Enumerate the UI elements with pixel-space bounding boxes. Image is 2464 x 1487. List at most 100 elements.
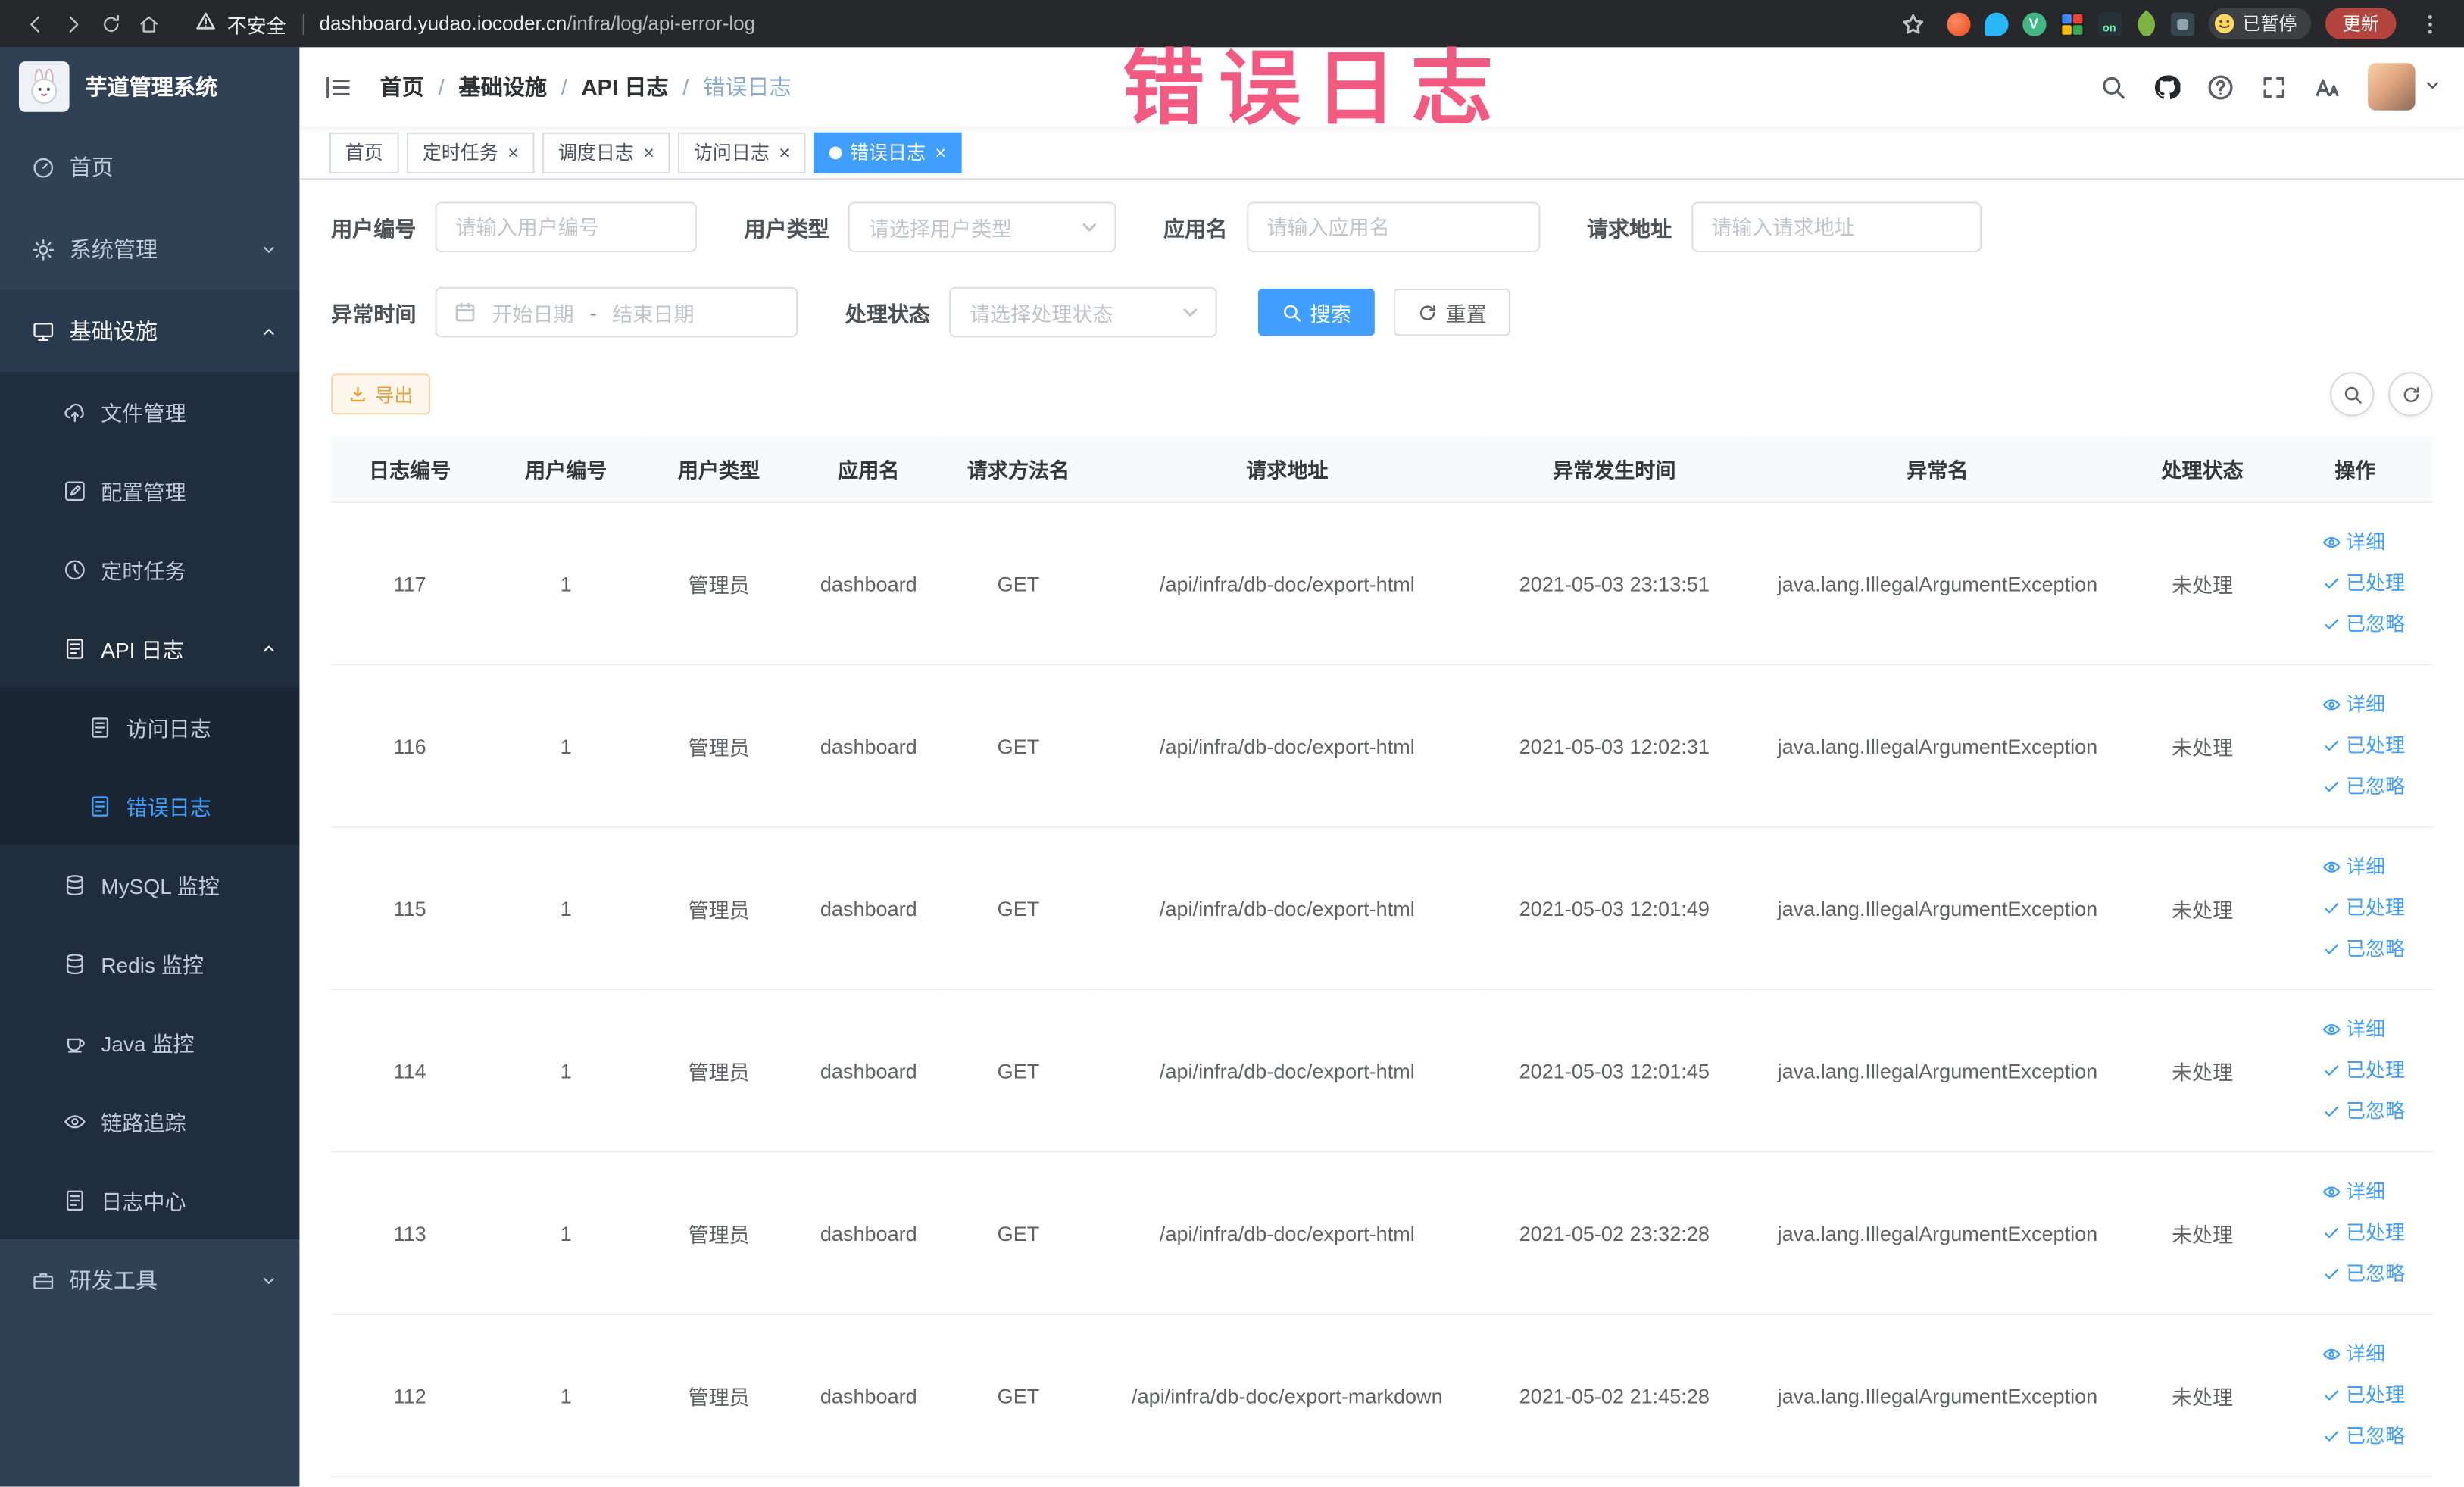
mark-processed-link[interactable]: 已处理 <box>2322 888 2405 929</box>
search-button[interactable]: 搜索 <box>1257 288 1375 336</box>
extension-icon-orange[interactable] <box>1946 11 1970 36</box>
hide-search-button[interactable] <box>2330 372 2375 417</box>
sidebar-item-system[interactable]: 系统管理 <box>0 208 299 290</box>
eye-icon <box>2322 1020 2341 1039</box>
sidebar-item-dev-tool[interactable]: 研发工具 <box>0 1239 299 1321</box>
mark-processed-link[interactable]: 已处理 <box>2322 1213 2405 1254</box>
sidebar-item-error-log[interactable]: 错误日志 <box>0 766 300 845</box>
export-button[interactable]: 导出 <box>331 373 431 415</box>
sidebar-item-redis[interactable]: Redis 监控 <box>0 923 300 1003</box>
mark-processed-link[interactable]: 已处理 <box>2322 725 2405 766</box>
sidebar-item-trace[interactable]: 链路追踪 <box>0 1081 300 1161</box>
mark-ignored-link[interactable]: 已忽略 <box>2322 767 2405 808</box>
github-icon[interactable] <box>2153 73 2181 100</box>
sidebar-item-label: Redis 监控 <box>101 954 205 978</box>
smiley-face-icon <box>2213 14 2234 33</box>
extension-icon-drop[interactable] <box>1984 11 2008 36</box>
tab-close-icon[interactable]: × <box>507 141 519 163</box>
mark-processed-link[interactable]: 已处理 <box>2322 563 2405 604</box>
extension-icon-leaf[interactable] <box>2131 9 2160 39</box>
tab-job-log[interactable]: 调度日志 × <box>542 131 670 173</box>
sidebar-item-config[interactable]: 配置管理 <box>0 451 300 530</box>
user-id-input[interactable] <box>435 201 697 253</box>
sidebar-item-mysql[interactable]: MySQL 监控 <box>0 845 300 924</box>
mark-ignored-link[interactable]: 已忽略 <box>2322 1091 2405 1132</box>
browser-back-icon[interactable] <box>16 5 54 42</box>
mark-ignored-link[interactable]: 已忽略 <box>2322 604 2405 645</box>
breadcrumb-item[interactable]: 首页 <box>380 71 424 103</box>
search-button-label: 搜索 <box>1310 301 1351 326</box>
detail-link[interactable]: 详细 <box>2322 684 2385 725</box>
extension-icon-switch[interactable]: on <box>2097 11 2122 36</box>
sidebar-item-file[interactable]: 文件管理 <box>0 372 300 451</box>
browser-forward-icon[interactable] <box>54 5 92 42</box>
help-icon[interactable] <box>2207 73 2234 100</box>
sidebar-item-api-log[interactable]: API 日志 <box>0 608 300 688</box>
search-icon[interactable] <box>2100 73 2126 100</box>
user-avatar-menu[interactable] <box>2368 63 2441 111</box>
table-header-row: 日志编号 用户编号 用户类型 应用名 请求方法名 请求地址 异常发生时间 异常名 处理状态 操作 <box>331 436 2433 503</box>
mark-ignored-link[interactable]: 已忽略 <box>2322 929 2405 970</box>
refresh-button[interactable] <box>2388 372 2433 417</box>
table-toolbar: 导出 <box>331 372 2433 417</box>
extensions-puzzle-icon[interactable] <box>2169 11 2194 36</box>
mark-processed-link[interactable]: 已处理 <box>2322 1375 2405 1416</box>
reset-button[interactable]: 重置 <box>1393 288 1510 336</box>
mark-processed-link[interactable]: 已处理 <box>2322 1050 2405 1091</box>
cell-user_type: 管理员 <box>643 989 795 1153</box>
tab-error-log[interactable]: 错误日志 × <box>814 131 962 173</box>
mark-ignored-link[interactable]: 已忽略 <box>2322 1254 2405 1295</box>
tab-job[interactable]: 定时任务 × <box>407 131 535 173</box>
detail-link[interactable]: 详细 <box>2322 1009 2385 1050</box>
cell-id: 113 <box>331 1151 489 1315</box>
process-status-select[interactable]: 请选择处理状态 <box>948 286 1217 338</box>
app-name-input[interactable] <box>1246 201 1540 253</box>
tab-access-log[interactable]: 访问日志 × <box>678 131 806 173</box>
bookmark-star-icon[interactable] <box>1894 5 1932 42</box>
sidebar-item-access-log[interactable]: 访问日志 <box>0 687 300 767</box>
user-type-select[interactable]: 请选择用户类型 <box>848 201 1116 253</box>
font-size-icon[interactable] <box>2314 73 2341 100</box>
tab-close-icon[interactable]: × <box>779 141 790 163</box>
top-navbar: 首页 / 基础设施 / API 日志 / 错误日志 <box>299 47 2464 127</box>
tab-close-icon[interactable]: × <box>935 141 946 163</box>
mark-ignored-link[interactable]: 已忽略 <box>2322 1416 2405 1457</box>
url-text: dashboard.yudao.iocoder.cn/infra/log/api… <box>319 13 755 35</box>
browser-reload-icon[interactable] <box>92 5 130 42</box>
user-id-label: 用户编号 <box>331 217 417 242</box>
sidebar-collapse-icon[interactable] <box>323 72 354 102</box>
detail-link[interactable]: 详细 <box>2322 1334 2385 1375</box>
breadcrumb-item[interactable]: API 日志 <box>582 71 669 103</box>
detail-link[interactable]: 详细 <box>2322 522 2385 563</box>
column-header-1: 用户编号 <box>489 436 644 503</box>
screen: 不安全 dashboard.yudao.iocoder.cn/infra/log… <box>0 0 2464 1487</box>
extension-icon-vue-devtools[interactable]: V <box>2022 11 2046 36</box>
tab-home[interactable]: 首页 <box>329 131 399 173</box>
check-icon <box>2322 1264 2341 1283</box>
exception-time-range-picker[interactable]: 开始日期 - 结束日期 <box>435 286 798 338</box>
sidebar-item-infra[interactable]: 基础设施 <box>0 289 300 373</box>
fullscreen-icon[interactable] <box>2261 73 2288 100</box>
browser-menu-kebab-icon[interactable] <box>2410 5 2448 42</box>
cell-actions: 详细 已处理 已忽略 <box>2278 989 2433 1153</box>
profile-paused-chip[interactable]: 已暂停 <box>2207 8 2312 40</box>
sidebar-item-java[interactable]: Java 监控 <box>0 1002 300 1082</box>
sidebar-item-label: 系统管理 <box>69 236 158 262</box>
request-url-input[interactable] <box>1691 201 1982 253</box>
sidebar-item-label: 配置管理 <box>101 480 186 505</box>
sidebar-item-label: 错误日志 <box>126 796 211 820</box>
breadcrumb-item[interactable]: 基础设施 <box>458 71 547 103</box>
sidebar-item-log-center[interactable]: 日志中心 <box>0 1160 300 1239</box>
check-icon <box>2322 1427 2341 1446</box>
sidebar-item-label: 定时任务 <box>101 559 186 584</box>
tab-close-icon[interactable]: × <box>643 141 654 163</box>
detail-link[interactable]: 详细 <box>2322 1171 2385 1212</box>
sidebar-item-job[interactable]: 定时任务 <box>0 530 300 609</box>
extension-icon-grid[interactable] <box>2060 11 2084 36</box>
address-bar[interactable]: 不安全 dashboard.yudao.iocoder.cn/infra/log… <box>195 8 755 39</box>
browser-home-icon[interactable] <box>130 5 167 42</box>
browser-update-button[interactable]: 更新 <box>2325 8 2397 40</box>
detail-link[interactable]: 详细 <box>2322 847 2385 888</box>
sidebar-item-home[interactable]: 首页 <box>0 127 299 208</box>
briefcase-icon <box>32 1268 55 1292</box>
